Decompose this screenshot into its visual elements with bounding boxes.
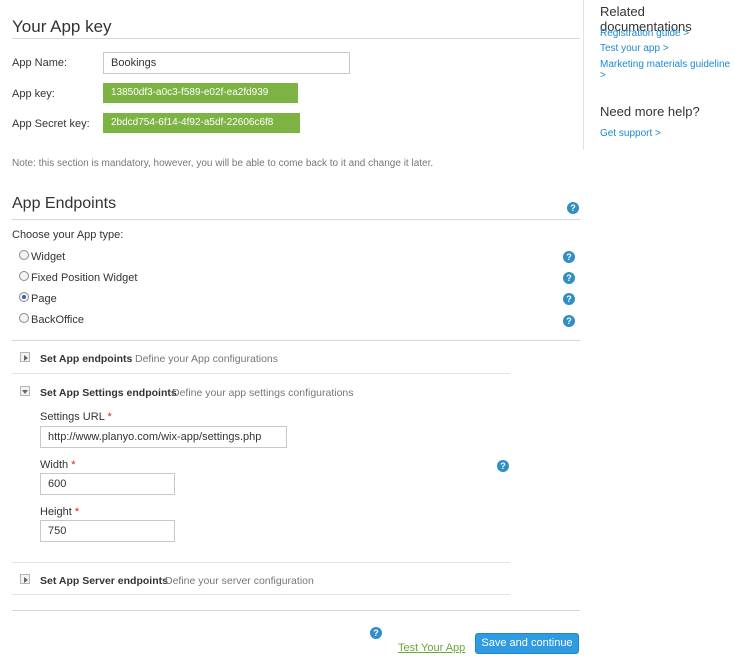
registration-guide-link[interactable]: Registration guide > (600, 28, 689, 39)
height-field[interactable]: 750 (40, 520, 175, 542)
help-icon[interactable]: ? (567, 202, 579, 214)
settings-url-field[interactable]: http://www.planyo.com/wix-app/settings.p… (40, 426, 287, 448)
save-and-continue-button[interactable]: Save and continue (475, 633, 579, 654)
width-field[interactable]: 600 (40, 473, 175, 495)
mandatory-note: Note: this section is mandatory, however… (12, 158, 434, 169)
width-label-text: Width (40, 459, 69, 471)
expand-settings-endpoints-toggle[interactable] (20, 386, 30, 396)
radio-widget-label: Widget (31, 251, 66, 263)
radio-page-label: Page (31, 293, 57, 305)
radio-fixed-position-widget[interactable] (19, 271, 29, 281)
radio-page[interactable] (19, 292, 29, 302)
radio-backoffice-label: BackOffice (31, 314, 84, 326)
width-label: Width * (40, 459, 75, 471)
required-mark: * (107, 411, 112, 423)
settings-url-label-text: Settings URL (40, 411, 105, 423)
divider (12, 38, 580, 39)
required-mark: * (71, 459, 76, 471)
group-app-endpoints-desc: Define your App configurations (135, 353, 279, 365)
settings-url-label: Settings URL * (40, 411, 112, 423)
radio-backoffice[interactable] (19, 313, 29, 323)
expand-server-endpoints-toggle[interactable] (20, 574, 30, 584)
help-icon[interactable]: ? (563, 315, 575, 327)
expand-app-endpoints-toggle[interactable] (20, 352, 30, 362)
choose-type-label: Choose your App type: (12, 229, 124, 241)
help-icon[interactable]: ? (370, 627, 382, 639)
divider (12, 219, 580, 220)
group-server-endpoints-desc: Define your server configuration (165, 575, 314, 587)
radio-fixed-position-widget-label: Fixed Position Widget (31, 272, 138, 284)
height-label-text: Height (40, 506, 72, 518)
radio-widget[interactable] (19, 250, 29, 260)
divider (12, 373, 510, 374)
sidebar-divider (583, 0, 584, 150)
get-support-link[interactable]: Get support > (600, 128, 661, 139)
test-your-app-link[interactable]: Test Your App (398, 642, 465, 654)
group-settings-endpoints-title[interactable]: Set App Settings endpoints (40, 387, 177, 399)
height-label: Height * (40, 506, 79, 518)
help-icon[interactable]: ? (563, 251, 575, 263)
divider (12, 610, 580, 611)
test-your-app-doc-link[interactable]: Test your app > (600, 43, 669, 54)
help-icon[interactable]: ? (497, 460, 509, 472)
app-key-value: 13850df3-a0c3-f589-e02f-ea2fd939 (103, 83, 298, 103)
help-icon[interactable]: ? (563, 293, 575, 305)
required-mark: * (74, 506, 80, 518)
app-key-title: Your App key (12, 17, 112, 36)
app-key-label: App key: (12, 88, 55, 100)
divider (12, 562, 510, 563)
group-app-endpoints-title[interactable]: Set App endpoints (40, 353, 132, 365)
divider (12, 594, 510, 595)
group-server-endpoints-title[interactable]: Set App Server endpoints (40, 575, 168, 587)
app-secret-value: 2bdcd754-6f14-4f92-a5df-22606c6f8 (103, 113, 300, 133)
help-icon[interactable]: ? (563, 272, 575, 284)
need-help-title: Need more help? (600, 104, 700, 119)
marketing-guideline-link[interactable]: Marketing materials guideline > (600, 59, 735, 81)
group-settings-endpoints-desc: Define your app settings configurations (172, 387, 354, 399)
app-name-field[interactable]: Bookings (103, 52, 350, 74)
app-secret-label: App Secret key: (12, 118, 90, 130)
endpoints-title: App Endpoints (12, 195, 117, 212)
app-name-label: App Name: (12, 57, 68, 69)
divider (12, 340, 580, 341)
